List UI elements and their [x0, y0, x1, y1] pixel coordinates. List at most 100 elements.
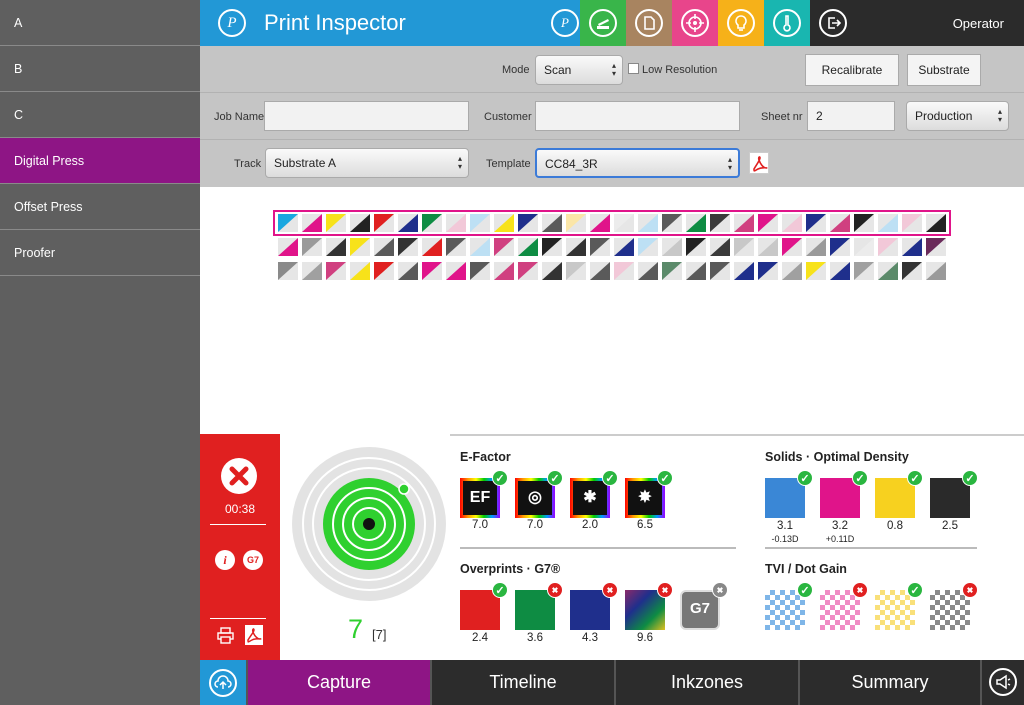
cloud-upload-icon — [209, 669, 237, 697]
capture-time: 00:38 — [224, 502, 256, 516]
logout-icon — [819, 9, 847, 37]
efactor-value: 7.0 — [527, 519, 543, 531]
error-icon: ✖ — [852, 582, 868, 598]
thermometer-button[interactable] — [764, 0, 810, 46]
solid-density-value: 0.8 — [887, 520, 903, 532]
user-name[interactable]: Operator — [953, 16, 1004, 31]
check-icon: ✓ — [852, 470, 868, 486]
sidebar-item-b[interactable]: B — [0, 46, 200, 92]
job-name-label: Job Name — [214, 111, 265, 123]
low-resolution-checkbox[interactable] — [628, 63, 639, 74]
section-divider — [460, 547, 736, 549]
section-divider — [765, 547, 977, 549]
solid-density-delta: -0.13D — [771, 534, 799, 544]
check-icon: ✓ — [547, 470, 563, 486]
logout-button[interactable] — [810, 0, 856, 46]
color-strip-chart — [273, 210, 951, 280]
toolbar-row-job: Job Name Customer Sheet nr 2 Production — [200, 93, 1024, 140]
overprint-value: 4.3 — [582, 632, 598, 644]
solid-density-value: 3.2 — [832, 520, 848, 532]
overprint-value: 3.6 — [527, 632, 543, 644]
target-icon — [681, 9, 709, 37]
ef-icon: EF — [463, 481, 497, 515]
lightbulb-button[interactable] — [718, 0, 764, 46]
info-icon[interactable]: i — [215, 550, 235, 570]
g7-icon[interactable]: G7 — [243, 550, 263, 570]
top-bar: P Print Inspector P Operator — [200, 0, 1024, 46]
nodes-icon: ✸ — [628, 481, 662, 515]
registration-target — [292, 447, 446, 601]
production-select[interactable]: Production — [906, 101, 1009, 131]
sidebar-item-a[interactable]: A — [0, 0, 200, 46]
track-label: Track — [234, 158, 262, 170]
app-logo-icon: P — [218, 9, 246, 37]
check-icon: ✓ — [492, 582, 508, 598]
check-icon: ✓ — [797, 582, 813, 598]
tab-summary[interactable]: Summary — [798, 660, 980, 705]
cloud-upload-button[interactable] — [200, 660, 246, 705]
mode-select[interactable]: Scan — [535, 55, 623, 85]
target-icon: ◎ — [518, 481, 552, 515]
tvi-title: TVI / Dot Gain — [765, 562, 847, 576]
check-icon: ✓ — [492, 470, 508, 486]
check-icon: ✓ — [602, 470, 618, 486]
close-icon: ✖ — [712, 582, 728, 598]
announce-button[interactable] — [980, 660, 1024, 705]
target-button[interactable] — [672, 0, 718, 46]
score-total: [7] — [372, 627, 387, 642]
color-strip-area — [200, 187, 1024, 434]
solid-density-value: 3.1 — [777, 520, 793, 532]
efactor-title: E-Factor — [460, 450, 511, 464]
document-icon — [635, 9, 663, 37]
solid-density-delta: +0.11D — [825, 534, 855, 544]
pdf-icon[interactable] — [245, 625, 263, 645]
customer-field[interactable] — [535, 101, 740, 131]
overprints-title: Overprints · G7® — [460, 562, 561, 576]
sheet-nr-stepper[interactable]: 2 — [807, 101, 895, 131]
tab-timeline[interactable]: Timeline — [430, 660, 614, 705]
template-select[interactable]: CC84_3R — [535, 148, 740, 178]
solids-title: Solids · Optimal Density — [765, 450, 909, 464]
check-icon: ✓ — [797, 470, 813, 486]
megaphone-icon — [989, 668, 1017, 696]
error-icon: ✖ — [602, 582, 618, 598]
track-select[interactable]: Substrate A — [265, 148, 469, 178]
status-panel: 00:38 i G7 — [200, 434, 280, 660]
app-title: Print Inspector — [264, 10, 406, 35]
job-name-field[interactable] — [264, 101, 469, 131]
efactor-value: 6.5 — [637, 519, 653, 531]
sheet-nr-label: Sheet nr — [761, 111, 803, 123]
scanner-icon — [589, 9, 617, 37]
toolbar-row-mode: Mode Scan Low Resolution Recalibrate Sub… — [200, 46, 1024, 93]
sidebar-item-offset-press[interactable]: Offset Press — [0, 184, 200, 230]
document-button[interactable] — [626, 0, 672, 46]
overprint-value: 2.4 — [472, 632, 488, 644]
pdf-export-icon[interactable] — [749, 152, 769, 174]
template-label: Template — [486, 158, 531, 170]
score-value: 7 — [348, 614, 364, 644]
scanner-button[interactable] — [580, 0, 626, 46]
toolbar-row-track: Track Substrate A Template CC84_3R — [200, 140, 1024, 187]
lightbulb-icon — [727, 9, 755, 37]
error-icon: ✖ — [547, 582, 563, 598]
sidebar-item-proofer[interactable]: Proofer — [0, 230, 200, 276]
substrate-button[interactable]: Substrate — [907, 54, 981, 86]
tab-inkzones[interactable]: Inkzones — [614, 660, 798, 705]
print-icon[interactable] — [217, 627, 234, 644]
sidebar-item-c[interactable]: C — [0, 92, 200, 138]
efactor-value: 2.0 — [582, 519, 598, 531]
tab-capture[interactable]: Capture — [246, 660, 430, 705]
low-resolution-label: Low Resolution — [642, 64, 718, 76]
recalibrate-button[interactable]: Recalibrate — [805, 54, 899, 86]
p-logo-icon: P — [551, 9, 579, 37]
target-panel: 7 [7] — [280, 434, 450, 660]
network-icon: ✱ — [573, 481, 607, 515]
check-icon: ✓ — [657, 470, 673, 486]
mode-label: Mode — [502, 64, 530, 76]
sidebar-item-digital-press[interactable]: Digital Press — [0, 138, 200, 184]
customer-label: Customer — [484, 111, 532, 123]
sidebar: A B C Digital Press Offset Press Proofer — [0, 0, 200, 705]
toolbar: Mode Scan Low Resolution Recalibrate Sub… — [200, 46, 1024, 187]
bottom-bar: Capture Timeline Inkzones Summary — [200, 660, 1024, 705]
check-icon: ✓ — [907, 582, 923, 598]
